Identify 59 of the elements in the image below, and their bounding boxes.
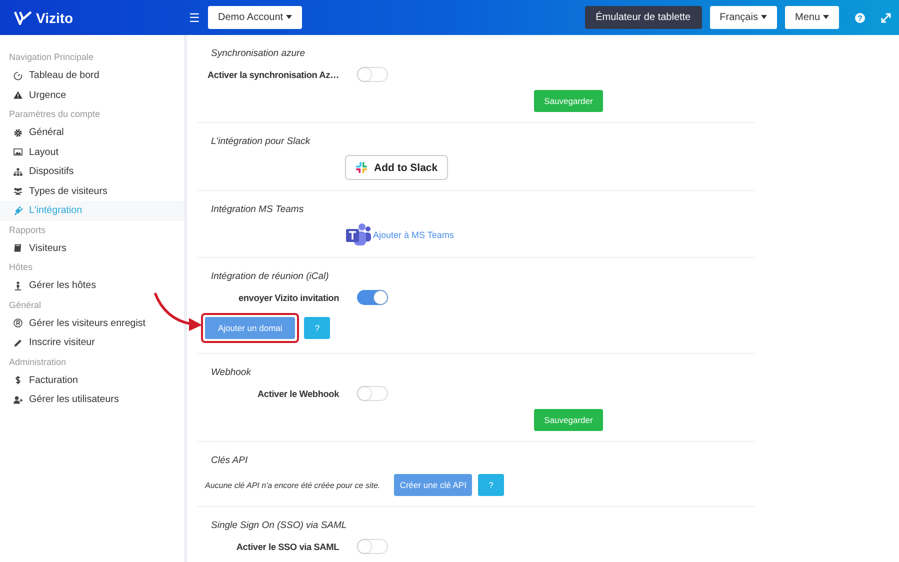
add-to-slack-button[interactable]: Add to Slack: [345, 155, 448, 180]
nav-section-heading: Navigation Principale: [8, 51, 95, 64]
sidebar-item[interactable]: Urgence: [0, 86, 184, 105]
section-title: Clés API: [211, 455, 249, 466]
nav-section-heading: Paramètres du compte: [8, 108, 102, 121]
sidebar-item[interactable]: Tableau de bord: [0, 66, 184, 86]
book-icon: [13, 243, 23, 254]
logo-icon: [14, 10, 32, 24]
sidebar-item[interactable]: Gérer les visiteurs enregist: [0, 314, 184, 333]
setting-label: Activer la synchronisation Az…: [207, 70, 339, 80]
section-title: Webhook: [211, 367, 252, 378]
section-title: Intégration MS Teams: [211, 204, 305, 215]
sidebar-item[interactable]: Inscrire visiteur: [0, 333, 184, 352]
nav-section-heading: Administration: [8, 356, 68, 368]
registered-icon: [13, 318, 23, 328]
sidebar-item[interactable]: Général: [0, 123, 184, 142]
nav-section-heading: Rapports: [8, 224, 47, 237]
section-title: Single Sign On (SSO) via SAML: [211, 520, 348, 531]
dropdown-button[interactable]: Menu: [784, 6, 839, 29]
sidebar-item[interactable]: Types de visiteurs: [0, 182, 184, 201]
setting-label: Activer le SSO via SAML: [235, 542, 339, 552]
section-title: L'intégration pour Slack: [211, 136, 312, 147]
tablet-emulator-button[interactable]: Émulateur de tablette: [584, 6, 702, 29]
caret-icon: [823, 15, 829, 20]
teams-icon: [345, 223, 371, 247]
sidebar-item[interactable]: Gérer les utilisateurs: [0, 390, 184, 410]
image-icon: [13, 147, 23, 158]
pencil-icon: [13, 338, 23, 348]
setting-label: envoyer Vizito invitation: [237, 292, 339, 302]
help-icon[interactable]: ?: [855, 12, 865, 22]
menu-icon[interactable]: ☰: [189, 10, 200, 24]
section-title: Intégration de réunion (iCal): [211, 271, 330, 282]
logo-text: Vizito: [36, 10, 74, 26]
account-dropdown[interactable]: Demo Account: [208, 6, 302, 29]
sidebar-item[interactable]: Gérer les hôtes: [0, 276, 184, 296]
plug-icon: [13, 206, 23, 216]
sitemap-icon: [13, 166, 23, 177]
expand-icon[interactable]: [881, 12, 891, 22]
nav-section-heading: Général: [8, 298, 42, 312]
sidebar-item[interactable]: Dispositifs: [0, 162, 184, 182]
users-icon: [13, 186, 23, 196]
nav-section-heading: Hôtes: [8, 261, 34, 274]
gear-icon: [13, 128, 23, 138]
empty-state-text: Aucune clé API n'a encore été créée pour ce site.: [205, 480, 380, 490]
sidebar-item[interactable]: Facturation: [0, 370, 184, 390]
sidebar-item[interactable]: Layout: [0, 142, 184, 162]
person-icon: [13, 280, 23, 291]
gauge-icon: [13, 70, 23, 81]
caret-icon: [760, 15, 767, 20]
dropdown-button[interactable]: Français: [710, 6, 777, 29]
warning-icon: [13, 90, 23, 100]
caret-icon: [286, 15, 292, 20]
dollar-icon: [13, 375, 23, 386]
slack-icon: [355, 161, 368, 174]
section-title: Synchronisation azure: [211, 48, 306, 59]
setting-label: Activer le Webhook: [256, 388, 339, 398]
toggle-switch[interactable]: [357, 290, 388, 305]
sidebar-item[interactable]: Visiteurs: [0, 238, 184, 258]
user-plus-icon: [13, 394, 23, 405]
